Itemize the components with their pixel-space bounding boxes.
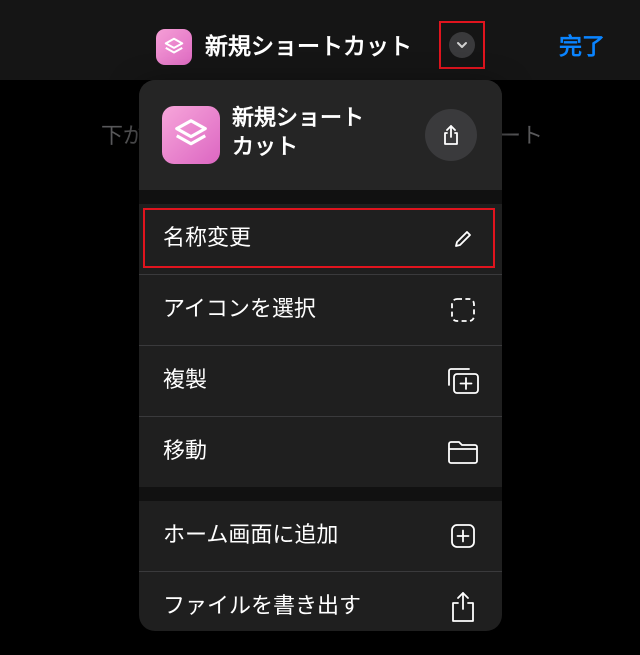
background-hint-right: ート: [499, 124, 544, 149]
shortcut-options-menu: 新規ショートカット 名称変更 アイコンを選択 複製 移動 ホーム画面に追加 ファ…: [139, 80, 502, 631]
rename-item[interactable]: 名称変更: [139, 204, 502, 274]
duplicate-label: 複製: [163, 368, 208, 393]
shortcuts-layers-icon: [162, 106, 220, 164]
dashed-square-icon: [446, 293, 480, 327]
export-file-label: ファイルを書き出す: [163, 594, 362, 619]
section-divider: [139, 487, 502, 501]
menu-toggle-button[interactable]: [439, 21, 485, 69]
rename-label: 名称変更: [163, 226, 252, 251]
shortcut-title[interactable]: 新規ショートカット: [205, 29, 412, 65]
move-item[interactable]: 移動: [139, 417, 502, 487]
pencil-icon: [446, 222, 480, 256]
menu-header: 新規ショートカット: [139, 80, 502, 190]
move-label: 移動: [163, 439, 208, 464]
menu-header-title: 新規ショートカット: [232, 106, 365, 160]
add-to-home-screen-item[interactable]: ホーム画面に追加: [139, 501, 502, 571]
plus-square-icon: [446, 519, 480, 553]
export-file-item[interactable]: ファイルを書き出す: [139, 572, 502, 631]
choose-icon-item[interactable]: アイコンを選択: [139, 275, 502, 345]
shortcuts-layers-icon: [156, 29, 192, 65]
duplicate-item[interactable]: 複製: [139, 346, 502, 416]
share-icon: [444, 125, 458, 145]
share-button[interactable]: [425, 109, 477, 161]
navigation-bar: 新規ショートカット 完了: [0, 0, 640, 80]
done-button[interactable]: 完了: [559, 29, 605, 65]
share-icon: [446, 590, 480, 624]
section-divider: [139, 190, 502, 204]
folder-icon: [446, 435, 480, 469]
chevron-down-icon: [449, 32, 475, 58]
add-to-home-screen-label: ホーム画面に追加: [163, 523, 339, 548]
duplicate-icon: [446, 364, 480, 398]
choose-icon-label: アイコンを選択: [163, 297, 316, 322]
